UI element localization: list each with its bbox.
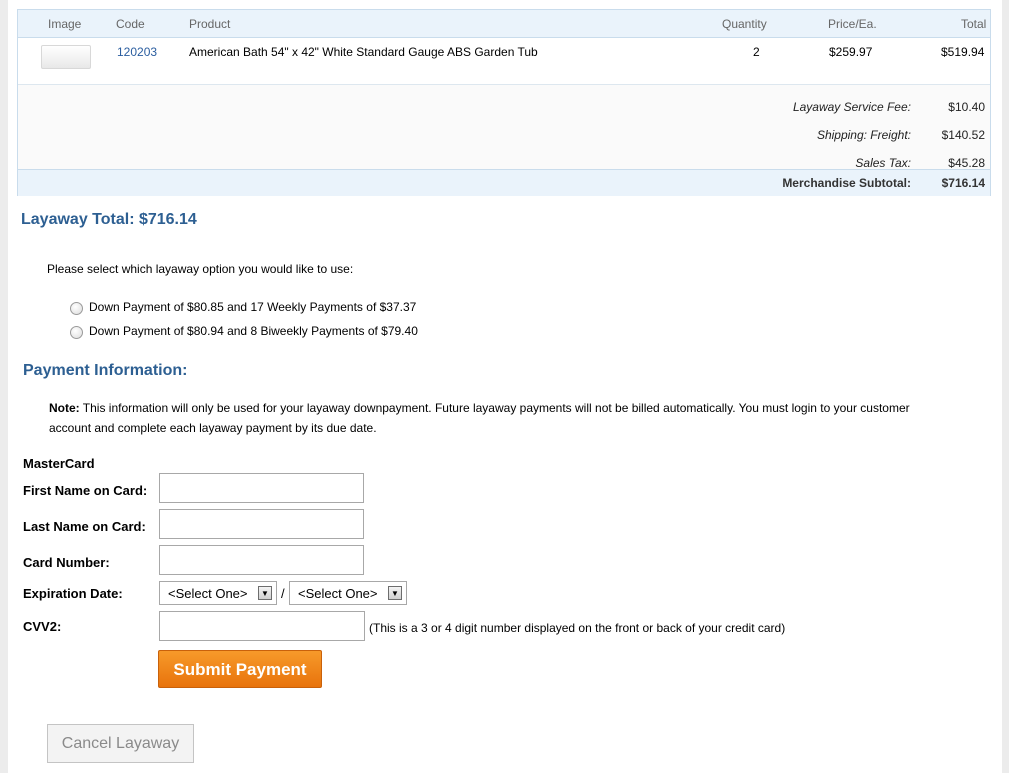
header-code: Code (116, 17, 145, 31)
first-name-input[interactable] (159, 473, 364, 503)
note-label: Note: (49, 401, 80, 415)
last-name-label: Last Name on Card: (23, 519, 146, 534)
summary-label: Sales Tax: (855, 156, 911, 170)
header-quantity: Quantity (722, 17, 767, 31)
layaway-option-biweekly-label[interactable]: Down Payment of $80.94 and 8 Biweekly Pa… (89, 324, 418, 338)
expiration-date-label: Expiration Date: (23, 586, 123, 601)
submit-payment-button[interactable]: Submit Payment (158, 650, 322, 688)
cancel-layaway-button[interactable]: Cancel Layaway (47, 724, 194, 763)
expiration-year-value: <Select One> (298, 586, 378, 601)
cart-table-header: Image Code Product Quantity Price/Ea. To… (18, 10, 990, 38)
summary-label: Layaway Service Fee: (792, 100, 911, 114)
layaway-option-weekly-radio[interactable] (70, 302, 83, 315)
page-content: Image Code Product Quantity Price/Ea. To… (8, 0, 1002, 773)
layaway-option-weekly-label[interactable]: Down Payment of $80.85 and 17 Weekly Pay… (89, 300, 416, 314)
summary-value: $10.40 (948, 100, 985, 114)
layaway-total: Layaway Total: $716.14 (21, 211, 197, 228)
chevron-down-icon: ▼ (388, 586, 402, 600)
expiration-separator: / (281, 586, 285, 601)
chevron-down-icon: ▼ (258, 586, 272, 600)
product-quantity: 2 (753, 45, 760, 59)
summary-service-fee: Layaway Service Fee: $10.40 (18, 100, 990, 124)
summary-label: Shipping: Freight: (816, 128, 911, 142)
payment-note: Note: This information will only be used… (49, 398, 949, 438)
card-number-input[interactable] (159, 545, 364, 575)
subtotal-value: $716.14 (941, 176, 985, 190)
summary-value: $140.52 (941, 128, 985, 142)
summary-shipping: Shipping: Freight: $140.52 (18, 128, 990, 152)
subtotal-label: Merchandise Subtotal: (782, 176, 911, 190)
header-product: Product (189, 17, 231, 31)
table-row: 120203 American Bath 54" x 42" White Sta… (18, 38, 990, 85)
card-number-label: Card Number: (23, 555, 110, 570)
first-name-label: First Name on Card: (23, 483, 148, 498)
cvv2-hint: (This is a 3 or 4 digit number displayed… (369, 621, 786, 635)
layaway-prompt: Please select which layaway option you w… (47, 262, 354, 276)
order-summary: Layaway Service Fee: $10.40 Shipping: Fr… (18, 85, 990, 170)
product-thumbnail[interactable] (41, 45, 91, 69)
header-total: Total (961, 17, 987, 31)
product-total: $519.94 (941, 45, 985, 59)
cvv2-input[interactable] (159, 611, 365, 641)
expiration-month-select[interactable]: <Select One> ▼ (159, 581, 277, 605)
expiration-month-value: <Select One> (168, 586, 248, 601)
layaway-option-biweekly-radio[interactable] (70, 326, 83, 339)
cart-table: Image Code Product Quantity Price/Ea. To… (17, 9, 991, 196)
payment-information-heading: Payment Information: (23, 362, 188, 379)
product-code-link[interactable]: 120203 (117, 45, 157, 59)
header-image: Image (48, 17, 82, 31)
header-price: Price/Ea. (828, 17, 877, 31)
summary-value: $45.28 (948, 156, 985, 170)
card-type-label: MasterCard (23, 456, 95, 471)
product-name: American Bath 54" x 42" White Standard G… (189, 45, 538, 59)
last-name-input[interactable] (159, 509, 364, 539)
product-price: $259.97 (829, 45, 873, 59)
note-text: This information will only be used for y… (49, 401, 910, 435)
expiration-year-select[interactable]: <Select One> ▼ (289, 581, 407, 605)
cvv2-label: CVV2: (23, 619, 62, 634)
merchandise-subtotal: Merchandise Subtotal: $716.14 (18, 169, 990, 196)
